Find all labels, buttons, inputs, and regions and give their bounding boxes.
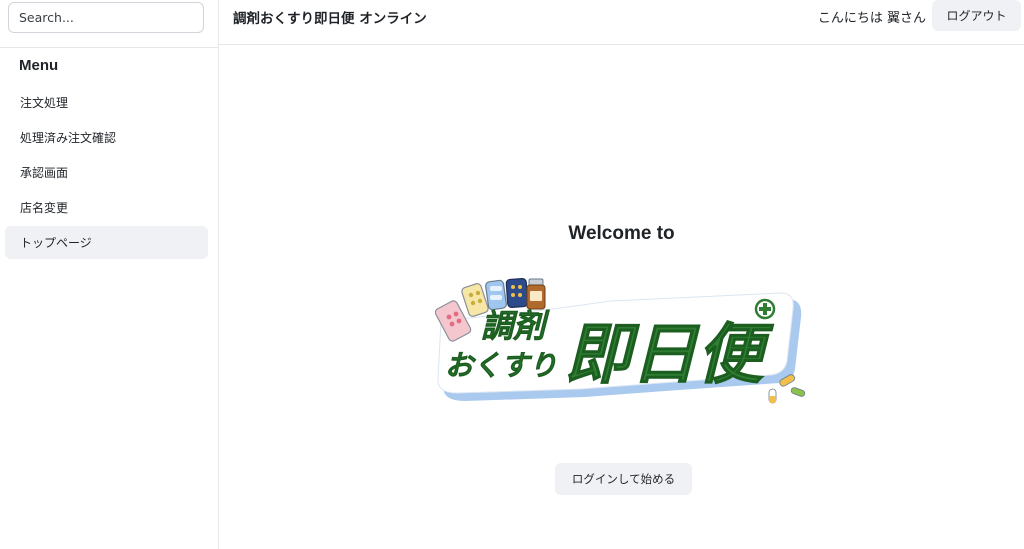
logo-text-line3: 即日便 bbox=[565, 316, 774, 393]
sidebar-item-approval[interactable]: 承認画面 bbox=[5, 156, 208, 189]
logo-text-line1: 調剤 bbox=[481, 307, 550, 345]
login-start-button[interactable]: ログインして始める bbox=[555, 463, 692, 495]
medicine-bottle-icon bbox=[526, 278, 546, 310]
user-greeting: こんにちは 翼さん bbox=[817, 11, 926, 26]
search-input[interactable] bbox=[8, 2, 204, 33]
welcome-heading: Welcome to bbox=[568, 223, 675, 244]
sidebar-item-processed-orders[interactable]: 処理済み注文確認 bbox=[5, 121, 208, 154]
brand-logo: 調剤 おくすり 即日便 bbox=[435, 278, 806, 404]
sidebar: Menu 注文処理 処理済み注文確認 承認画面 店名変更 トップページ bbox=[0, 0, 219, 549]
menu-list: 注文処理 処理済み注文確認 承認画面 店名変更 トップページ bbox=[5, 86, 208, 261]
sidebar-item-store-name-change[interactable]: 店名変更 bbox=[5, 191, 208, 224]
top-header: 調剤おくすり即日便 オンライン こんにちは 翼さん ログアウト bbox=[219, 0, 1024, 45]
pill-sheet-navy-icon bbox=[505, 278, 529, 308]
sidebar-item-top-page[interactable]: トップページ bbox=[5, 226, 208, 259]
plus-cross-icon bbox=[754, 298, 776, 320]
sidebar-item-order-processing[interactable]: 注文処理 bbox=[5, 86, 208, 119]
app-title: 調剤おくすり即日便 オンライン bbox=[233, 11, 427, 27]
main-content: Welcome to 調剤 おくすり 即日便 ログインして始める bbox=[219, 45, 1024, 549]
search-area bbox=[0, 0, 218, 48]
logo-text-line2: おくすり bbox=[445, 349, 557, 382]
logout-button[interactable]: ログアウト bbox=[932, 0, 1021, 31]
pill-sheet-blue-icon bbox=[485, 279, 507, 311]
menu-title: Menu bbox=[19, 57, 59, 74]
